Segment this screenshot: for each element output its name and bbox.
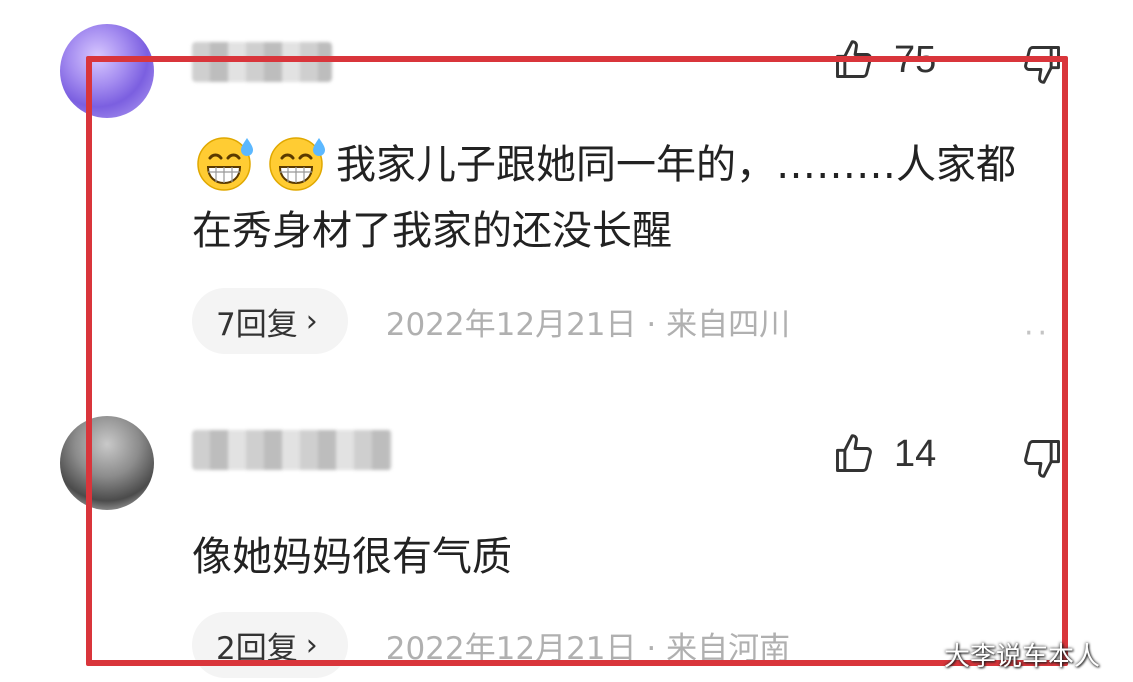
highlight-frame: [86, 56, 1068, 666]
watermark: 大李说车本人: [944, 641, 1101, 671]
